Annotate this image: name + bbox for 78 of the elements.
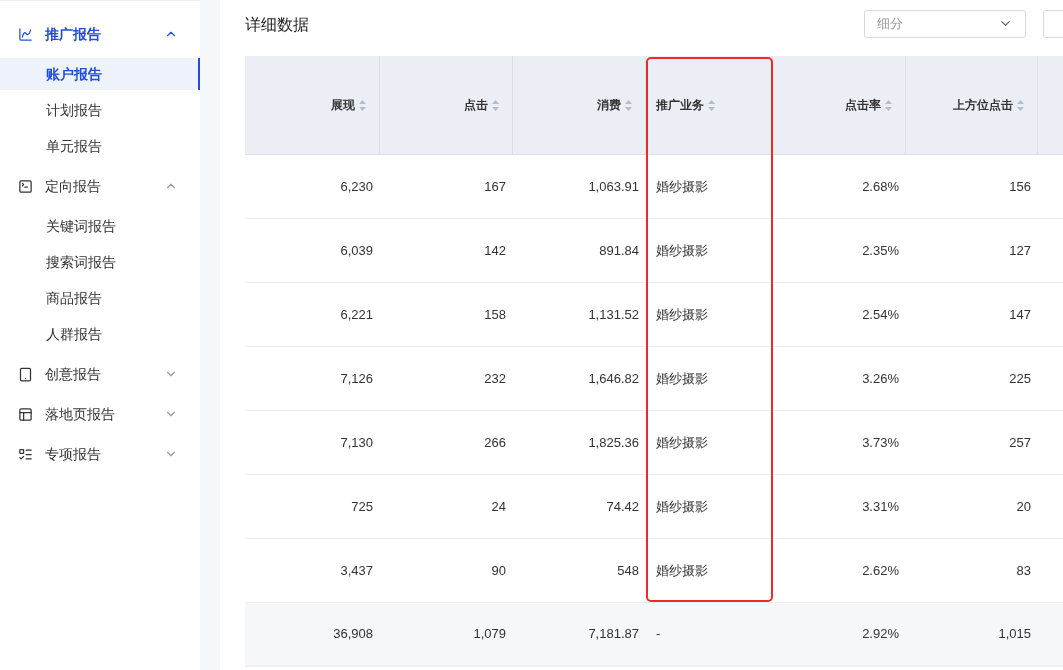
sort-icon[interactable] bbox=[708, 99, 715, 111]
table-cell-text: 156 bbox=[1008, 177, 1032, 196]
layout-icon bbox=[18, 406, 33, 422]
table-cell-text: 83 bbox=[1015, 561, 1032, 580]
table-cell-text: 891.84 bbox=[598, 241, 640, 260]
total-cell-text: 1,079 bbox=[472, 625, 507, 644]
column-header[interactable]: 点击 bbox=[380, 56, 513, 154]
total-cell-text: 7,181.87 bbox=[587, 625, 640, 644]
total-cell-text: 1,015 bbox=[997, 625, 1032, 644]
table-cell-text: 158 bbox=[483, 305, 507, 324]
table-cell-text: 232 bbox=[483, 369, 507, 388]
table-cell-text: 3.31% bbox=[861, 497, 900, 516]
table-cell-text: 74.42 bbox=[605, 497, 640, 516]
terminal-icon bbox=[18, 178, 33, 194]
menu-group[interactable]: 推广报告 bbox=[0, 14, 200, 54]
sort-icon[interactable] bbox=[492, 99, 499, 111]
table-cell-text: 婚纱摄影 bbox=[655, 241, 709, 260]
chart-icon bbox=[18, 26, 33, 42]
menu-item[interactable]: 商品报告 bbox=[0, 282, 200, 314]
sort-icon[interactable] bbox=[885, 99, 892, 111]
table-cell-text: 2.35% bbox=[861, 241, 900, 260]
menu-item[interactable]: 搜索词报告 bbox=[0, 246, 200, 278]
table-cell-text: 2.68% bbox=[861, 177, 900, 196]
table-cell-text: 1,063.91 bbox=[587, 177, 640, 196]
table-cell-text: 6,230 bbox=[339, 177, 374, 196]
column-header[interactable]: 消费 bbox=[513, 56, 646, 154]
column-header[interactable]: 点击率 bbox=[773, 56, 906, 154]
table-cell-text: 548 bbox=[616, 561, 640, 580]
table-cell-text: 167 bbox=[483, 177, 507, 196]
sort-icon[interactable] bbox=[359, 99, 366, 111]
table-cell-text: 20 bbox=[1015, 497, 1032, 516]
table-cell-text: 婚纱摄影 bbox=[655, 369, 709, 388]
table-cell-text: 7,126 bbox=[339, 369, 374, 388]
table-cell-text: 6,039 bbox=[339, 241, 374, 260]
table-cell-text: 婚纱摄影 bbox=[655, 305, 709, 324]
table-cell-text: 婚纱摄影 bbox=[655, 497, 709, 516]
total-cell-text: 2.92% bbox=[861, 625, 900, 644]
table-cell-text: 6,221 bbox=[339, 305, 374, 324]
menu-item[interactable]: 账户报告 bbox=[0, 58, 200, 90]
section-title: 详细数据 bbox=[245, 14, 310, 35]
list-icon bbox=[18, 446, 33, 462]
sort-icon[interactable] bbox=[625, 99, 632, 111]
menu-item[interactable]: 人群报告 bbox=[0, 318, 200, 350]
table-cell-text: 725 bbox=[350, 497, 374, 516]
table-cell-text: 142 bbox=[483, 241, 507, 260]
table-cell-text: 147 bbox=[1008, 305, 1032, 324]
menu-item[interactable]: 关键词报告 bbox=[0, 210, 200, 242]
column-header[interactable]: 推广业务 bbox=[646, 56, 773, 154]
table-cell-text: 90 bbox=[490, 561, 507, 580]
menu-group[interactable]: 定向报告 bbox=[0, 166, 200, 206]
table-cell-text: 3.73% bbox=[861, 433, 900, 452]
table-cell-text: 婚纱摄影 bbox=[655, 433, 709, 452]
menu-item[interactable]: 计划报告 bbox=[0, 94, 200, 126]
table-cell-text: 127 bbox=[1008, 241, 1032, 260]
total-cell-text: 36,908 bbox=[332, 625, 374, 644]
table-cell-text: 3,437 bbox=[339, 561, 374, 580]
table-cell-text: 婚纱摄影 bbox=[655, 561, 709, 580]
column-header[interactable]: 上方位点击 bbox=[906, 56, 1038, 154]
table-cell-text: 1,646.82 bbox=[587, 369, 640, 388]
table-cell-text: 24 bbox=[490, 497, 507, 516]
card-icon bbox=[18, 366, 33, 382]
menu-group[interactable]: 专项报告 bbox=[0, 434, 200, 474]
table-cell-text: 婚纱摄影 bbox=[655, 177, 709, 196]
menu-item[interactable]: 单元报告 bbox=[0, 130, 200, 162]
column-header[interactable]: 展现 bbox=[245, 56, 380, 154]
table-cell-text: 7,130 bbox=[339, 433, 374, 452]
table-cell-text: 1,825.36 bbox=[587, 433, 640, 452]
table-cell-text: 1,131.52 bbox=[587, 305, 640, 324]
table-cell-text: 2.54% bbox=[861, 305, 900, 324]
table-cell-text: 257 bbox=[1008, 433, 1032, 452]
menu-group[interactable]: 创意报告 bbox=[0, 354, 200, 394]
menu-group[interactable]: 落地页报告 bbox=[0, 394, 200, 434]
table-cell-text: 225 bbox=[1008, 369, 1032, 388]
sort-icon[interactable] bbox=[1017, 99, 1024, 111]
total-cell-text: - bbox=[655, 625, 662, 644]
table-cell-text: 3.26% bbox=[861, 369, 900, 388]
table-cell-text: 266 bbox=[483, 433, 507, 452]
table-cell-text: 2.62% bbox=[861, 561, 900, 580]
